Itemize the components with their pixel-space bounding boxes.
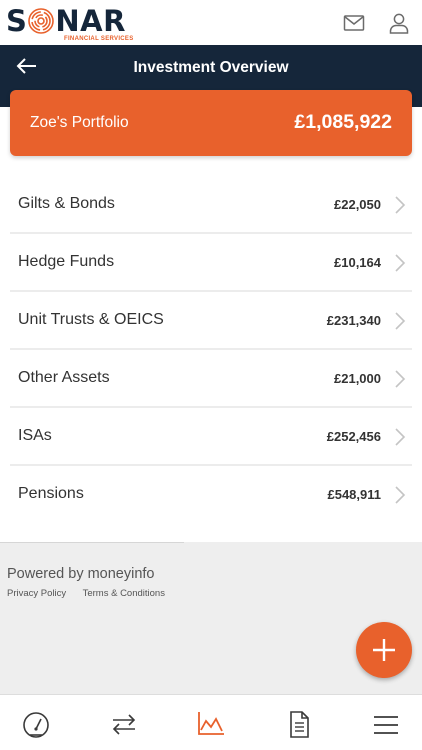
list-item-value: £231,340 [326,313,381,328]
list-item-value: £548,911 [327,487,381,502]
chevron-right-icon [395,428,406,446]
plus-icon [373,639,395,661]
footer-links: Privacy Policy Terms & Conditions [7,588,179,599]
user-icon[interactable] [387,11,411,35]
list-item-label: Gilts & Bonds [18,195,115,212]
list-item-label: Hedge Funds [18,253,115,270]
logo-fingerprint-icon [28,8,55,34]
chevron-right-icon [395,486,406,504]
logo-tagline: FINANCIAL SERVICES [64,36,134,42]
portfolio-summary-card[interactable]: Zoe's Portfolio £1,085,922 [10,90,412,156]
list-item-label: Pensions [18,485,84,502]
list-item-unit-trusts[interactable]: Unit Trusts & OEICS £231,340 [10,292,412,350]
chevron-right-icon [395,254,406,272]
list-item-label: ISAs [18,427,52,444]
brand-header: S NAR FINANCIAL SERVICES [0,0,422,45]
chevron-right-icon [395,370,406,388]
footer-divider [0,542,184,543]
list-item-isas[interactable]: ISAs £252,456 [10,408,412,466]
portfolio-total: £1,085,922 [294,111,392,133]
dashboard-icon[interactable] [21,709,51,739]
list-item-value: £22,050 [334,197,381,212]
privacy-policy-link[interactable]: Privacy Policy [7,588,66,599]
sonar-logo: S NAR FINANCIAL SERVICES [6,4,133,42]
list-item-value: £21,000 [334,371,381,386]
mail-icon[interactable] [342,11,366,35]
list-item-pensions[interactable]: Pensions £548,911 [10,466,412,524]
menu-icon[interactable] [371,709,401,739]
chart-icon[interactable] [196,709,226,739]
investment-list: Gilts & Bonds £22,050 Hedge Funds £10,16… [10,176,412,524]
footer: Powered by moneyinfo Privacy Policy Term… [0,542,422,694]
document-icon[interactable] [284,709,314,739]
portfolio-name: Zoe's Portfolio [30,114,129,131]
list-item-value: £10,164 [334,255,381,270]
list-item-hedge-funds[interactable]: Hedge Funds £10,164 [10,234,412,292]
list-item-value: £252,456 [326,429,381,444]
transfer-icon[interactable] [109,709,139,739]
list-item-label: Unit Trusts & OEICS [18,311,164,328]
chevron-right-icon [395,196,406,214]
list-item-label: Other Assets [18,369,110,386]
terms-conditions-link[interactable]: Terms & Conditions [83,588,165,599]
logo-letter-s: S [6,4,28,38]
logo-letters-nar: NAR [55,4,126,38]
list-item-other-assets[interactable]: Other Assets £21,000 [10,350,412,408]
powered-by-text: Powered by moneyinfo [7,566,155,582]
bottom-nav [0,694,422,750]
chevron-right-icon [395,312,406,330]
list-item-gilts-bonds[interactable]: Gilts & Bonds £22,050 [10,176,412,234]
page-title: Investment Overview [133,59,289,76]
add-button[interactable] [356,622,412,678]
